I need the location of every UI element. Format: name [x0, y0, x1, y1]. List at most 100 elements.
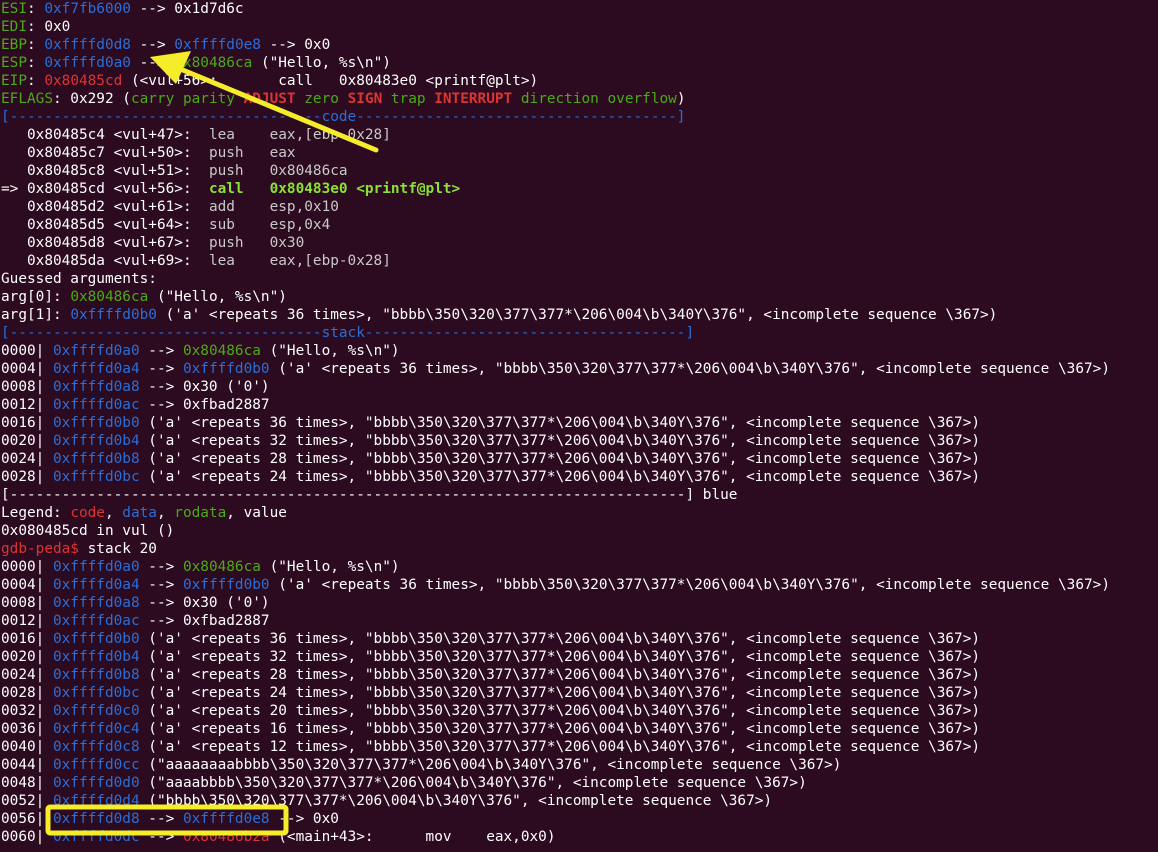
stack-line: 0008| 0xffffd0a8 --> 0x30 ('0')	[1, 594, 1110, 612]
stack-line: 0020| 0xffffd0b4 ('a' <repeats 32 times>…	[1, 648, 1110, 666]
text-segment: 0012|	[1, 397, 53, 413]
text-segment: 0028|	[1, 685, 53, 701]
text-segment: 0xffffd0c4	[52, 721, 140, 737]
text-segment: ESI	[1, 1, 27, 17]
instruction-text: lea eax,[ebp-0x28]	[208, 253, 391, 269]
stack-line: 0000| 0xffffd0a0 --> 0x80486ca ("Hello, …	[1, 342, 1110, 360]
text-segment: ("bbbb\350\320\377\377*\206\004\b\340Y\3…	[139, 793, 773, 809]
text-segment: 0xffffd0b0	[70, 307, 157, 323]
text-segment: 0xffffd0e8	[182, 811, 270, 827]
instruction-text: add esp,0x10	[208, 199, 339, 215]
text-segment: 0x80486ca	[182, 343, 261, 359]
text-segment: arg[0]:	[1, 289, 71, 305]
text-segment: 0xffffd0b0	[52, 631, 140, 647]
text-segment: EDI	[1, 19, 27, 35]
stack-line: 0012| 0xffffd0ac --> 0xfbad2887	[1, 396, 1110, 414]
stack-section: 0000| 0xffffd0a0 --> 0x80486ca ("Hello, …	[1, 342, 1110, 486]
current-location: 0x080485cd in vul ()	[1, 523, 175, 539]
text-segment: 0xffffd0c8	[52, 739, 140, 755]
text-segment: 0060|	[1, 829, 53, 845]
text-segment: -->	[130, 37, 175, 53]
text-segment: 0xffffd0b8	[52, 667, 140, 683]
stack-line: 0040| 0xffffd0c8 ('a' <repeats 12 times>…	[1, 738, 1110, 756]
text-segment: 0xffffd0a0	[52, 343, 140, 359]
text-segment: (<vul+56>: call 0x80483e0 <printf@plt>)	[122, 73, 539, 89]
text-segment: 0004|	[1, 577, 53, 593]
text-segment: 0xffffd0b0	[182, 361, 270, 377]
text-segment: -->	[139, 559, 183, 575]
register-line: ESI: 0xf7fb6000 --> 0x1d7d6c	[1, 0, 1110, 18]
register-section: ESI: 0xf7fb6000 --> 0x1d7d6c EDI: 0x0 EBP:…	[1, 0, 1110, 108]
instruction-address: 0x80485d2 <vul+61>:	[1, 199, 209, 215]
text-segment: 0016|	[1, 415, 53, 431]
text-segment: --> 0x0	[269, 811, 339, 827]
text-segment: ('a' <repeats 24 times>, "bbbb\350\320\3…	[139, 685, 981, 701]
instruction-address: 0x80485d5 <vul+64>:	[1, 217, 209, 233]
text-segment: (<main+43>: mov eax,0x0)	[269, 829, 556, 845]
text-segment: : 0x0	[27, 19, 71, 35]
legend-line: Legend: code, data, rodata, value	[1, 504, 1110, 522]
stack-line: 0024| 0xffffd0b8 ('a' <repeats 28 times>…	[1, 666, 1110, 684]
text-segment: ESP	[1, 55, 27, 71]
text-segment: ("Hello, %s\n")	[260, 343, 400, 359]
text-segment: 0xffffd0a8	[52, 595, 140, 611]
legend-segment: code	[70, 505, 105, 521]
text-segment: 0000|	[1, 343, 53, 359]
instruction-address: => 0x80485cd <vul+56>:	[1, 181, 209, 197]
text-segment: 0x80485cd	[44, 73, 123, 89]
text-segment: 0xffffd0e8	[174, 37, 261, 53]
legend-segment: Legend:	[1, 505, 71, 521]
text-segment: -->	[139, 577, 183, 593]
text-segment: EIP	[1, 73, 27, 89]
text-segment: ('a' <repeats 36 times>, "bbbb\350\320\3…	[139, 415, 981, 431]
text-segment: EFLAGS	[1, 91, 53, 107]
instruction-line: 0x80485da <vul+69>: lea eax,[ebp-0x28]	[1, 252, 1110, 270]
text-segment: 0016|	[1, 631, 53, 647]
text-segment: ('a' <repeats 16 times>, "bbbb\350\320\3…	[139, 721, 981, 737]
prompt-line[interactable]: gdb-peda$ stack 20	[1, 540, 1110, 558]
text-segment: 0xffffd0ac	[52, 613, 140, 629]
text-segment: 0000|	[1, 559, 53, 575]
legend-segment: rodata	[174, 505, 227, 521]
text-segment: 0012|	[1, 613, 53, 629]
text-segment: 0032|	[1, 703, 53, 719]
text-segment: INTERRUPT	[434, 91, 513, 107]
text-segment: 0xffffd0a4	[52, 361, 140, 377]
footer-rule-suffix: blue	[694, 487, 738, 503]
text-segment: ('a' <repeats 20 times>, "bbbb\350\320\3…	[139, 703, 981, 719]
stack-line: 0008| 0xffffd0a8 --> 0x30 ('0')	[1, 378, 1110, 396]
text-segment: 0004|	[1, 361, 53, 377]
guessed-arguments-list: arg[0]: 0x80486ca ("Hello, %s\n") arg[1]:…	[1, 288, 1110, 324]
stack-line: 0012| 0xffffd0ac --> 0xfbad2887	[1, 612, 1110, 630]
disassembly-section: 0x80485c4 <vul+47>: lea eax,[ebp-0x28] 0…	[1, 126, 1110, 270]
instruction-line: 0x80485c7 <vul+50>: push eax	[1, 144, 1110, 162]
code-section-header: [------------------------------------cod…	[1, 109, 686, 125]
text-segment: :	[27, 55, 45, 71]
instruction-address: 0x80485c8 <vul+51>:	[1, 163, 209, 179]
text-segment: --> 0x1d7d6c	[130, 1, 244, 17]
text-segment: ('a' <repeats 32 times>, "bbbb\350\320\3…	[139, 433, 981, 449]
stack-line: 0004| 0xffffd0a4 --> 0xffffd0b0 ('a' <re…	[1, 360, 1110, 378]
stack-line: 0056| 0xffffd0d8 --> 0xffffd0e8 --> 0x0	[1, 810, 1110, 828]
text-segment: :	[27, 1, 45, 17]
instruction-line: 0x80485c4 <vul+47>: lea eax,[ebp-0x28]	[1, 126, 1110, 144]
text-segment: 0xffffd0b0	[52, 415, 140, 431]
command-text: stack 20	[78, 541, 157, 557]
text-segment: 0xffffd0d8	[44, 37, 131, 53]
text-segment: 0xffffd0b4	[52, 649, 140, 665]
stack-line: 0028| 0xffffd0bc ('a' <repeats 24 times>…	[1, 468, 1110, 486]
instruction-text: push 0x30	[208, 235, 305, 251]
text-segment: -->	[139, 361, 183, 377]
stack-line: 0048| 0xffffd0d0 ("aaaabbbb\350\320\377\…	[1, 774, 1110, 792]
text-segment: 0x80486ca	[70, 289, 149, 305]
text-segment: 0xffffd0bc	[52, 685, 140, 701]
text-segment: ('a' <repeats 36 times>, "bbbb\350\320\3…	[269, 577, 1110, 593]
text-segment: ADJUST	[243, 91, 296, 107]
legend-segment: ,	[104, 505, 123, 521]
text-segment: 0008|	[1, 379, 53, 395]
text-segment: 0052|	[1, 793, 53, 809]
text-segment: 0xffffd0a0	[52, 559, 140, 575]
instruction-text: push 0x80486ca	[208, 163, 348, 179]
text-segment: 0048|	[1, 775, 53, 791]
text-segment: trap	[382, 91, 435, 107]
